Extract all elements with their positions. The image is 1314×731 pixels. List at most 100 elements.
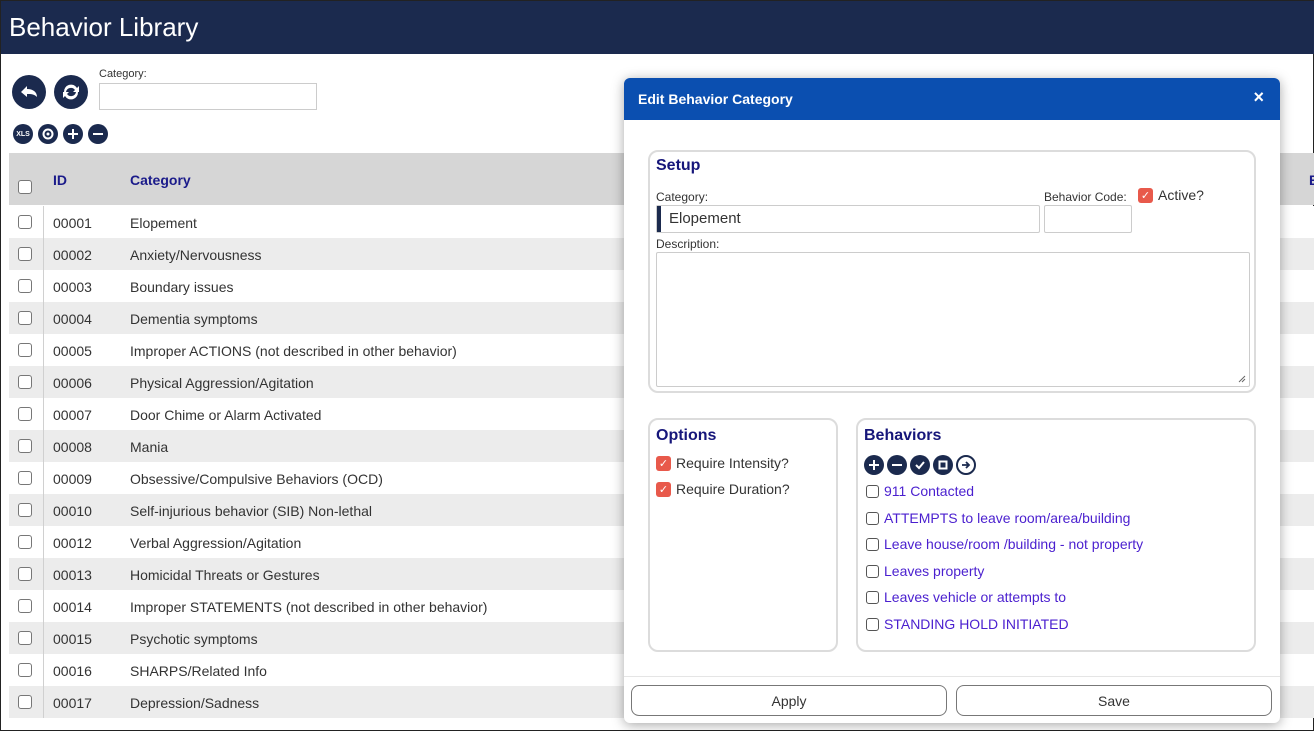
- row-category: Psychotic symptoms: [130, 631, 258, 647]
- column-divider: [43, 270, 44, 302]
- row-category: Improper ACTIONS (not described in other…: [130, 343, 457, 359]
- column-divider: [43, 366, 44, 398]
- category-filter-label: Category:: [99, 68, 147, 80]
- arrow-right-icon[interactable]: [956, 455, 976, 475]
- column-header-partial[interactable]: B: [1309, 172, 1314, 188]
- setup-legend: Setup: [656, 157, 701, 174]
- xls-icon: XLS: [16, 130, 30, 138]
- description-label: Description:: [656, 237, 720, 251]
- column-divider: [43, 526, 44, 558]
- row-checkbox[interactable]: [18, 407, 32, 421]
- export-xls-button[interactable]: XLS: [13, 124, 33, 144]
- column-divider: [43, 590, 44, 622]
- column-divider: [43, 558, 44, 590]
- row-id: 00010: [53, 503, 92, 519]
- behavior-label: Leaves property: [884, 562, 985, 579]
- app-header: Behavior Library: [1, 1, 1314, 54]
- dialog-footer-divider: [624, 676, 1280, 677]
- category-filter-input[interactable]: [99, 83, 317, 110]
- row-id: 00006: [53, 375, 92, 391]
- require-duration-label: Require Duration?: [676, 481, 790, 497]
- row-id: 00009: [53, 471, 92, 487]
- remove-button[interactable]: [88, 124, 108, 144]
- list-item[interactable]: Leaves property: [866, 563, 984, 579]
- app-title: Behavior Library: [9, 12, 199, 42]
- plus-icon[interactable]: [864, 455, 884, 475]
- row-id: 00003: [53, 279, 92, 295]
- list-item[interactable]: Leaves vehicle or attempts to: [866, 589, 1066, 605]
- column-divider: [43, 654, 44, 686]
- select-all-checkbox[interactable]: [18, 180, 32, 194]
- column-divider: [43, 302, 44, 334]
- row-checkbox[interactable]: [18, 503, 32, 517]
- category-input[interactable]: Elopement: [656, 205, 1040, 233]
- row-checkbox[interactable]: [18, 439, 32, 453]
- require-intensity-checkbox[interactable]: ✓: [656, 456, 671, 471]
- behavior-checkbox[interactable]: [866, 564, 879, 578]
- row-checkbox[interactable]: [18, 567, 32, 581]
- column-divider: [43, 686, 44, 718]
- row-category: Depression/Sadness: [130, 695, 260, 711]
- row-checkbox[interactable]: [18, 215, 32, 229]
- row-id: 00012: [53, 535, 92, 551]
- column-divider: [43, 494, 44, 526]
- row-checkbox[interactable]: [18, 247, 32, 261]
- row-checkbox[interactable]: [18, 695, 32, 709]
- row-id: 00007: [53, 407, 92, 423]
- row-category: Homicidal Threats or Gestures: [130, 567, 320, 583]
- row-checkbox[interactable]: [18, 279, 32, 293]
- settings-button[interactable]: [38, 124, 58, 144]
- refresh-button[interactable]: [54, 75, 88, 109]
- behavior-code-input[interactable]: [1044, 205, 1132, 233]
- row-id: 00001: [53, 215, 92, 231]
- list-item[interactable]: ATTEMPTS to leave room/area/building: [866, 510, 1130, 526]
- require-duration-checkbox[interactable]: ✓: [656, 482, 671, 497]
- active-label: Active?: [1158, 187, 1204, 203]
- row-checkbox[interactable]: [18, 631, 32, 645]
- check-icon[interactable]: [910, 455, 930, 475]
- behavior-label: Leaves vehicle or attempts to: [884, 589, 1067, 605]
- resize-handle-icon[interactable]: [1238, 375, 1246, 383]
- list-item[interactable]: STANDING HOLD INITIATED: [866, 616, 1069, 632]
- stop-icon[interactable]: [933, 455, 953, 475]
- behavior-checkbox[interactable]: [866, 617, 879, 631]
- row-id: 00008: [53, 439, 92, 455]
- row-checkbox[interactable]: [18, 535, 32, 549]
- row-checkbox[interactable]: [18, 311, 32, 325]
- column-divider: [43, 398, 44, 430]
- list-item[interactable]: 911 Contacted: [866, 483, 974, 499]
- row-category: Mania: [130, 439, 169, 455]
- description-textarea[interactable]: [656, 252, 1250, 387]
- add-button[interactable]: [63, 124, 83, 144]
- row-checkbox[interactable]: [18, 663, 32, 677]
- undo-button[interactable]: [12, 75, 46, 109]
- behavior-checkbox[interactable]: [866, 538, 879, 551]
- behavior-checkbox[interactable]: [866, 485, 879, 498]
- input-focus-indicator: [657, 206, 661, 232]
- close-icon[interactable]: ×: [1253, 87, 1264, 108]
- row-category: Physical Aggression/Agitation: [130, 375, 314, 391]
- list-item[interactable]: Leave house/room /building - not propert…: [866, 536, 1143, 552]
- column-header-id[interactable]: ID: [53, 172, 67, 188]
- category-input-value: Elopement: [669, 210, 741, 227]
- row-checkbox[interactable]: [18, 471, 32, 485]
- behavior-code-label: Behavior Code:: [1044, 190, 1127, 204]
- row-category: Improper STATEMENTS (not described in ot…: [130, 599, 488, 615]
- active-checkbox[interactable]: ✓: [1138, 188, 1153, 203]
- row-checkbox[interactable]: [18, 375, 32, 389]
- row-checkbox[interactable]: [18, 599, 32, 613]
- options-legend: Options: [656, 427, 717, 444]
- save-button[interactable]: Save: [956, 685, 1272, 716]
- options-section: Options ✓ Require Intensity? ✓ Require D…: [648, 418, 838, 652]
- minus-icon[interactable]: [887, 455, 907, 475]
- apply-button[interactable]: Apply: [631, 685, 947, 716]
- require-intensity-label: Require Intensity?: [676, 455, 789, 471]
- row-category: Door Chime or Alarm Activated: [130, 407, 322, 423]
- row-checkbox[interactable]: [18, 343, 32, 357]
- behavior-checkbox[interactable]: [866, 511, 879, 525]
- behavior-label: 911 Contacted: [884, 483, 975, 499]
- column-header-category[interactable]: Category: [130, 172, 191, 188]
- behaviors-toolbar: [864, 455, 1004, 475]
- behavior-checkbox[interactable]: [866, 591, 879, 604]
- row-category: Boundary issues: [130, 279, 234, 295]
